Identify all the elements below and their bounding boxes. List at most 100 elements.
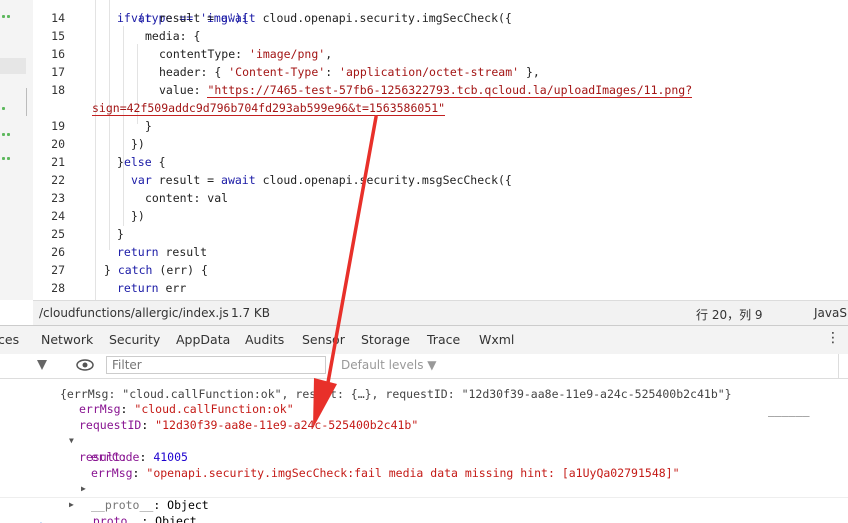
tab-trace[interactable]: Trace [427,332,460,347]
code-text: }) [131,207,145,225]
console-filter-input[interactable] [106,356,326,374]
keyword-token: await [221,173,256,187]
console-row: errMsg: "cloud.callFunction:ok" [79,402,294,416]
code-editor[interactable]: if (type == 'img'){ 14 var result = await… [33,0,848,300]
code-text: var result = await cloud.openapi.securit… [131,9,512,27]
code-text: sign=42f509addc9d796b704fd293ab599e96&t=… [92,99,446,117]
code-token: media: { [145,29,201,43]
console-row-proto[interactable]: ▶ __proto__: Object [0,465,848,512]
code-line-partial: if (type == 'img'){ [117,11,249,25]
code-token: content: val [145,191,229,205]
language-mode[interactable]: JavaS [814,306,847,320]
tab-sources[interactable]: ces [0,332,19,347]
file-item[interactable] [0,106,5,112]
file-item[interactable] [0,132,10,138]
line-number: 18 [51,83,65,97]
string-token: "https://7465-test-57fb6-1256322793.tcb.… [207,83,693,98]
file-size: 1.7 KB [231,306,270,320]
console-prompt[interactable]: > [0,501,848,523]
file-path[interactable]: /cloudfunctions/allergic/index.js [39,306,229,320]
divider [838,354,839,378]
file-tree-strip [0,0,34,300]
line-number: 15 [51,29,65,43]
keyword-token: await [221,11,256,25]
divider [0,497,848,498]
line-number: 27 [51,263,65,277]
console-row-proto[interactable]: ▶ __proto__: Object [0,481,848,523]
console-row-result[interactable]: ▼ result: [0,417,848,464]
string-token: sign=42f509addc9d796b704fd293ab599e96&t=… [92,101,446,116]
line-number: 16 [51,47,65,61]
line-number: 28 [51,281,65,295]
more-options-icon[interactable]: ⋮ [826,330,840,346]
indent-guide [123,26,124,226]
tab-storage[interactable]: Storage [361,332,410,347]
code-token: result [158,245,208,259]
code-token: } [145,119,152,133]
line-number: 25 [51,227,65,241]
string-token: 'Content-Type' [228,65,326,79]
keyword-token: return [117,245,159,259]
selected-file-item[interactable] [0,58,26,74]
code-token: cloud.openapi.security.imgSecCheck({ [262,11,512,25]
code-text: var result = await cloud.openapi.securit… [131,171,512,189]
code-text: } [117,225,124,243]
code-token: } [104,263,118,277]
keyword-token: var [131,173,152,187]
clear-console-icon[interactable] [36,359,48,371]
code-token: : [325,65,340,79]
file-item[interactable] [0,14,10,20]
code-token: }, [519,65,540,79]
code-token: }) [131,137,145,151]
log-levels-dropdown[interactable]: Default levels ▼ [341,358,437,372]
line-number: 24 [51,209,65,223]
tab-wxml[interactable]: Wxml [479,332,514,347]
tree-guide [26,88,27,116]
file-item[interactable] [0,156,10,162]
cursor-position[interactable]: 行 20，列 9 [696,306,763,323]
code-text: } [145,117,152,135]
line-number: 17 [51,65,65,79]
line-number: 19 [51,119,65,133]
keyword-token: catch [117,263,153,277]
eye-icon[interactable] [76,359,94,371]
keyword-token: return [117,281,159,295]
code-text: return err [117,279,186,297]
tab-security[interactable]: Security [109,332,160,347]
code-token: result = [158,173,222,187]
code-token: cloud.openapi.security.msgSecCheck({ [262,173,512,187]
code-text: return result [117,243,207,261]
indent-guide [95,0,96,300]
string-token: 'image/png' [249,47,326,61]
tab-appdata[interactable]: AppData [176,332,230,347]
code-token: { [158,155,166,169]
code-token: , [325,47,333,61]
code-text: content: val [145,189,228,207]
indent-guide [109,0,110,250]
tab-network[interactable]: Network [41,332,93,347]
code-text: }) [131,135,145,153]
code-text: value: "https://7465-test-57fb6-12563227… [159,81,693,99]
code-token: value: [159,83,208,97]
line-number: 23 [51,191,65,205]
console-filter-bar: Default levels ▼ [0,354,848,379]
code-token: (err) { [152,263,208,277]
console-row: requestID: "12d30f39-aa8e-11e9-a24c-5254… [79,418,419,432]
keyword-token: var [131,11,152,25]
line-number: 22 [51,173,65,187]
console-output: {errMsg: "cloud.callFunction:ok", result… [0,379,848,523]
keyword-token: else [123,155,152,169]
code-token: contentType: [159,47,250,61]
code-token: }) [131,209,145,223]
code-token: } [117,227,124,241]
code-text: media: { [145,27,200,45]
line-number: 26 [51,245,65,259]
console-row: errMsg: "openapi.security.imgSecCheck:fa… [91,466,680,480]
line-number: 14 [51,11,65,25]
code-token: err [158,281,187,295]
line-number: 20 [51,137,65,151]
tab-audits[interactable]: Audits [245,332,284,347]
editor-status-bar: /cloudfunctions/allergic/index.js 1.7 KB… [33,300,848,326]
code-text: } catch (err) { [104,261,208,279]
tab-sensor[interactable]: Sensor [302,332,345,347]
